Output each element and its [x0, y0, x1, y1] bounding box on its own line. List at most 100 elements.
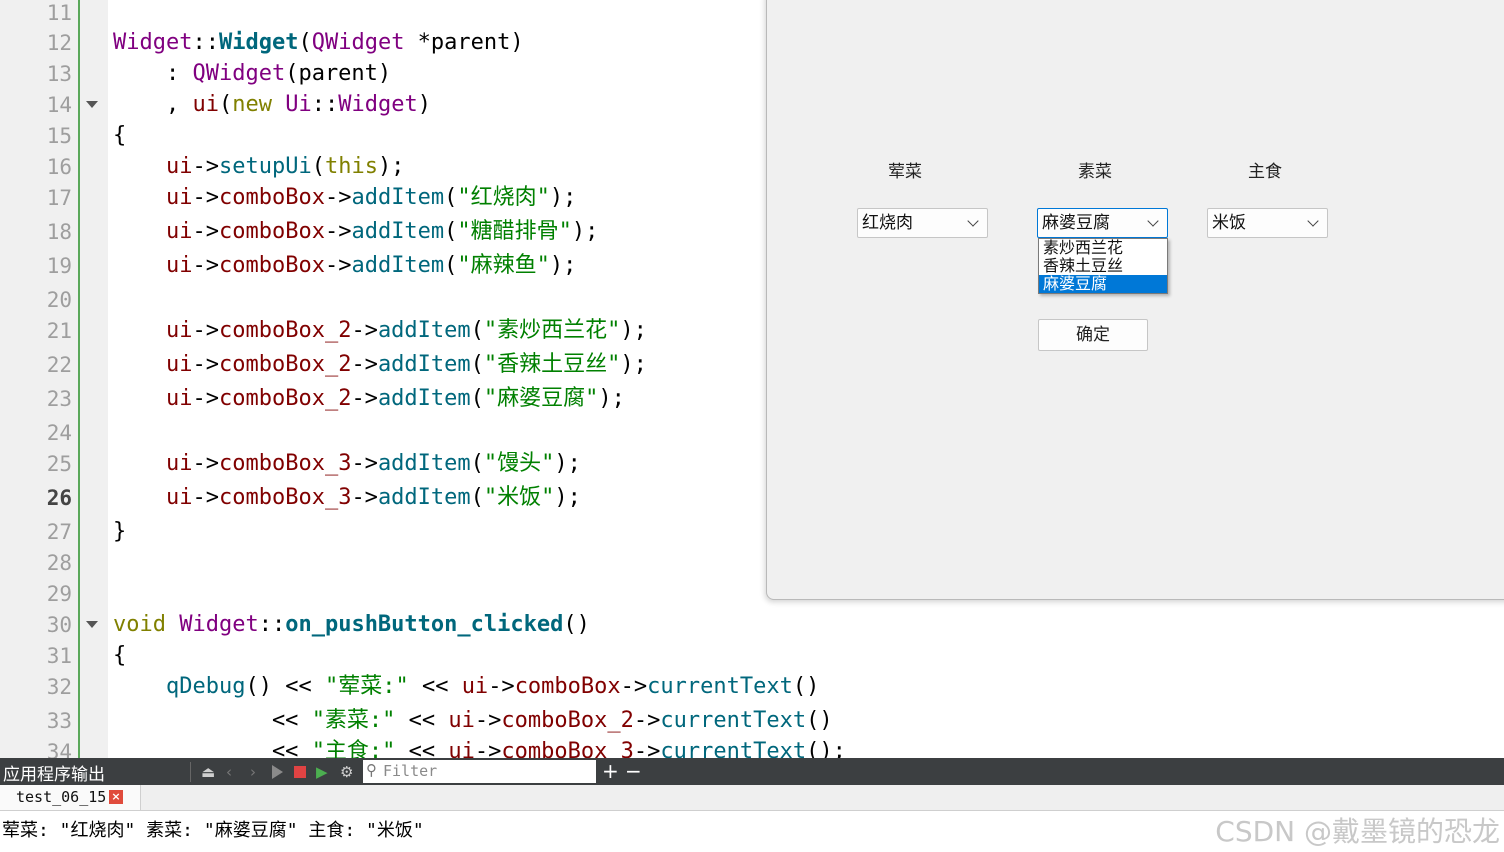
line-number: 29: [46, 582, 72, 606]
filter-box[interactable]: ⚲: [363, 760, 596, 783]
code-token: ui: [165, 386, 193, 411]
filter-input[interactable]: [383, 761, 583, 781]
code-string: "荤菜:": [324, 674, 409, 699]
line-number: 31: [46, 644, 72, 668]
code-token: addItem: [377, 485, 471, 510]
code-token: QWidget: [311, 30, 405, 55]
code-line[interactable]: : QWidget(parent): [113, 60, 391, 88]
code-line[interactable]: ui->comboBox_2->addItem("素炒西兰花");: [113, 317, 647, 345]
code-line[interactable]: << "主食:" << ui->comboBox_3->currentText(…: [113, 738, 846, 758]
code-token: <<: [395, 739, 449, 758]
line-number-gutter: 11 12 13 14 15 16 17 18 19 20 21 22 23 2…: [0, 0, 78, 758]
code-line[interactable]: ui->comboBox_3->addItem("米饭");: [113, 484, 581, 512]
line-number: 23: [46, 387, 72, 411]
code-token: comboBox_2: [501, 708, 634, 733]
close-icon[interactable]: ×: [109, 790, 123, 804]
code-string: "香辣土豆丝": [483, 352, 621, 377]
fold-column: [78, 0, 108, 758]
tab-label: test_06_15: [16, 788, 107, 806]
attach-icon[interactable]: ⏏: [201, 763, 215, 781]
code-token: comboBox_3: [218, 485, 352, 510]
next-icon[interactable]: ›: [250, 763, 256, 781]
code-string: "糖醋排骨": [457, 219, 572, 244]
code-line[interactable]: << "素菜:" << ui->comboBox_2->currentText(…: [113, 707, 833, 735]
line-number: 34: [46, 740, 72, 758]
gear-icon[interactable]: ⚙: [340, 763, 353, 781]
code-line[interactable]: ui->comboBox->addItem("麻辣鱼");: [113, 252, 576, 280]
remove-button[interactable]: −: [625, 759, 642, 783]
code-token: addItem: [351, 185, 445, 210]
confirm-button[interactable]: 确定: [1038, 319, 1148, 351]
code-line[interactable]: ui->comboBox_3->addItem("馒头");: [113, 450, 581, 478]
code-line[interactable]: , ui(new Ui::Widget): [113, 91, 431, 119]
line-number: 22: [46, 353, 72, 377]
code-line[interactable]: void Widget::on_pushButton_clicked(): [113, 611, 590, 639]
code-token: ->: [324, 253, 352, 278]
code-token: ;: [832, 739, 846, 758]
line-number: 33: [46, 709, 72, 733]
code-token: ->: [192, 386, 219, 411]
code-line[interactable]: ui->comboBox->addItem("糖醋排骨");: [113, 218, 598, 246]
dropdown-option-selected[interactable]: 麻婆豆腐: [1039, 275, 1167, 293]
fold-arrow-icon[interactable]: [86, 621, 98, 628]
tab-run-output[interactable]: test_06_15 ×: [0, 785, 141, 810]
code-token: Widget: [179, 612, 259, 637]
line-number: 13: [46, 62, 72, 86]
code-line[interactable]: qDebug() << "荤菜:" << ui->comboBox->curre…: [113, 673, 819, 701]
code-token: ui: [165, 352, 193, 377]
code-token: currentText: [660, 739, 807, 758]
add-button[interactable]: +: [602, 759, 619, 783]
output-pane-title: 应用程序输出: [3, 765, 105, 785]
vegetable-combobox[interactable]: 麻婆豆腐: [1037, 208, 1168, 238]
code-token: (parent): [285, 61, 392, 86]
dropdown-option[interactable]: 香辣土豆丝: [1039, 257, 1167, 275]
meat-combobox[interactable]: 红烧肉: [857, 208, 988, 238]
code-string: "馒头": [483, 451, 555, 476]
code-token: (: [444, 253, 458, 278]
code-line[interactable]: ui->comboBox->addItem("红烧肉");: [113, 184, 576, 212]
code-string: "米饭": [483, 485, 555, 510]
code-token: ->: [192, 451, 219, 476]
line-number: 15: [46, 124, 72, 148]
code-line[interactable]: {: [113, 642, 126, 670]
code-line[interactable]: ui->comboBox_2->addItem("香辣土豆丝");: [113, 351, 647, 379]
header-vegetable: 素菜: [1078, 162, 1112, 182]
code-string: "素菜:": [311, 708, 396, 733]
code-token: ->: [474, 708, 502, 733]
code-token: );: [554, 485, 581, 510]
chevron-down-icon: [1147, 215, 1159, 227]
code-token: setupUi: [218, 154, 312, 179]
fold-arrow-icon[interactable]: [86, 101, 98, 108]
line-number: 27: [46, 520, 72, 544]
code-token: ->: [192, 154, 219, 179]
code-token: ui: [165, 185, 193, 210]
code-token: ui: [165, 485, 193, 510]
staple-combobox[interactable]: 米饭: [1207, 208, 1328, 238]
prev-icon[interactable]: ‹: [226, 763, 232, 781]
dropdown-option[interactable]: 素炒西兰花: [1039, 239, 1167, 257]
code-line[interactable]: ui->comboBox_2->addItem("麻婆豆腐");: [113, 385, 625, 413]
code-token: ui: [165, 253, 193, 278]
code-string: "红烧肉": [457, 185, 550, 210]
line-number: 11: [46, 1, 72, 25]
debug-run-icon[interactable]: ▶: [316, 763, 328, 781]
run-icon[interactable]: [272, 765, 283, 779]
stop-icon[interactable]: [294, 766, 306, 778]
code-token: ui: [192, 92, 219, 117]
code-token: currentText: [660, 708, 807, 733]
code-line[interactable]: {: [113, 122, 126, 150]
code-line[interactable]: ui->setupUi(this);: [113, 153, 404, 181]
header-meat: 荤菜: [888, 162, 922, 182]
code-token: ->: [192, 185, 219, 210]
code-token: ->: [351, 318, 378, 343]
code-token: (: [298, 30, 312, 55]
line-number: 30: [46, 613, 72, 637]
code-line[interactable]: Widget::Widget(QWidget *parent): [113, 29, 524, 57]
vegetable-dropdown-list[interactable]: 素炒西兰花 香辣土豆丝 麻婆豆腐: [1038, 238, 1168, 294]
code-token: void: [113, 612, 166, 637]
code-line[interactable]: }: [113, 518, 126, 546]
